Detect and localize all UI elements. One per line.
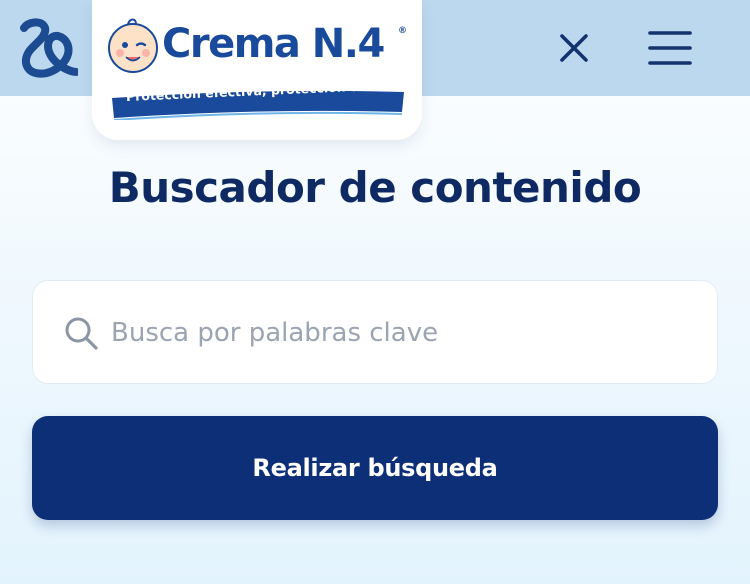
crema-n4-logo[interactable]: Crema N.4 ® Protección efectiva, protecc…	[92, 0, 422, 140]
registered-mark: ®	[398, 26, 407, 36]
top-bar: Crema N.4 ® Protección efectiva, protecc…	[0, 0, 750, 140]
brand-logo-icon[interactable]	[14, 18, 80, 78]
logo-name: Crema N.4	[162, 21, 385, 67]
menu-button[interactable]	[642, 24, 698, 72]
page-title: Buscador de contenido	[108, 163, 642, 212]
search-icon	[65, 317, 98, 350]
search-box[interactable]	[32, 280, 718, 384]
close-button[interactable]	[552, 26, 596, 70]
close-icon	[560, 34, 588, 62]
hamburger-menu-icon	[648, 31, 692, 65]
search-submit-button[interactable]: Realizar búsqueda	[32, 416, 718, 520]
baby-face-icon	[108, 18, 158, 73]
search-input[interactable]	[111, 307, 691, 359]
